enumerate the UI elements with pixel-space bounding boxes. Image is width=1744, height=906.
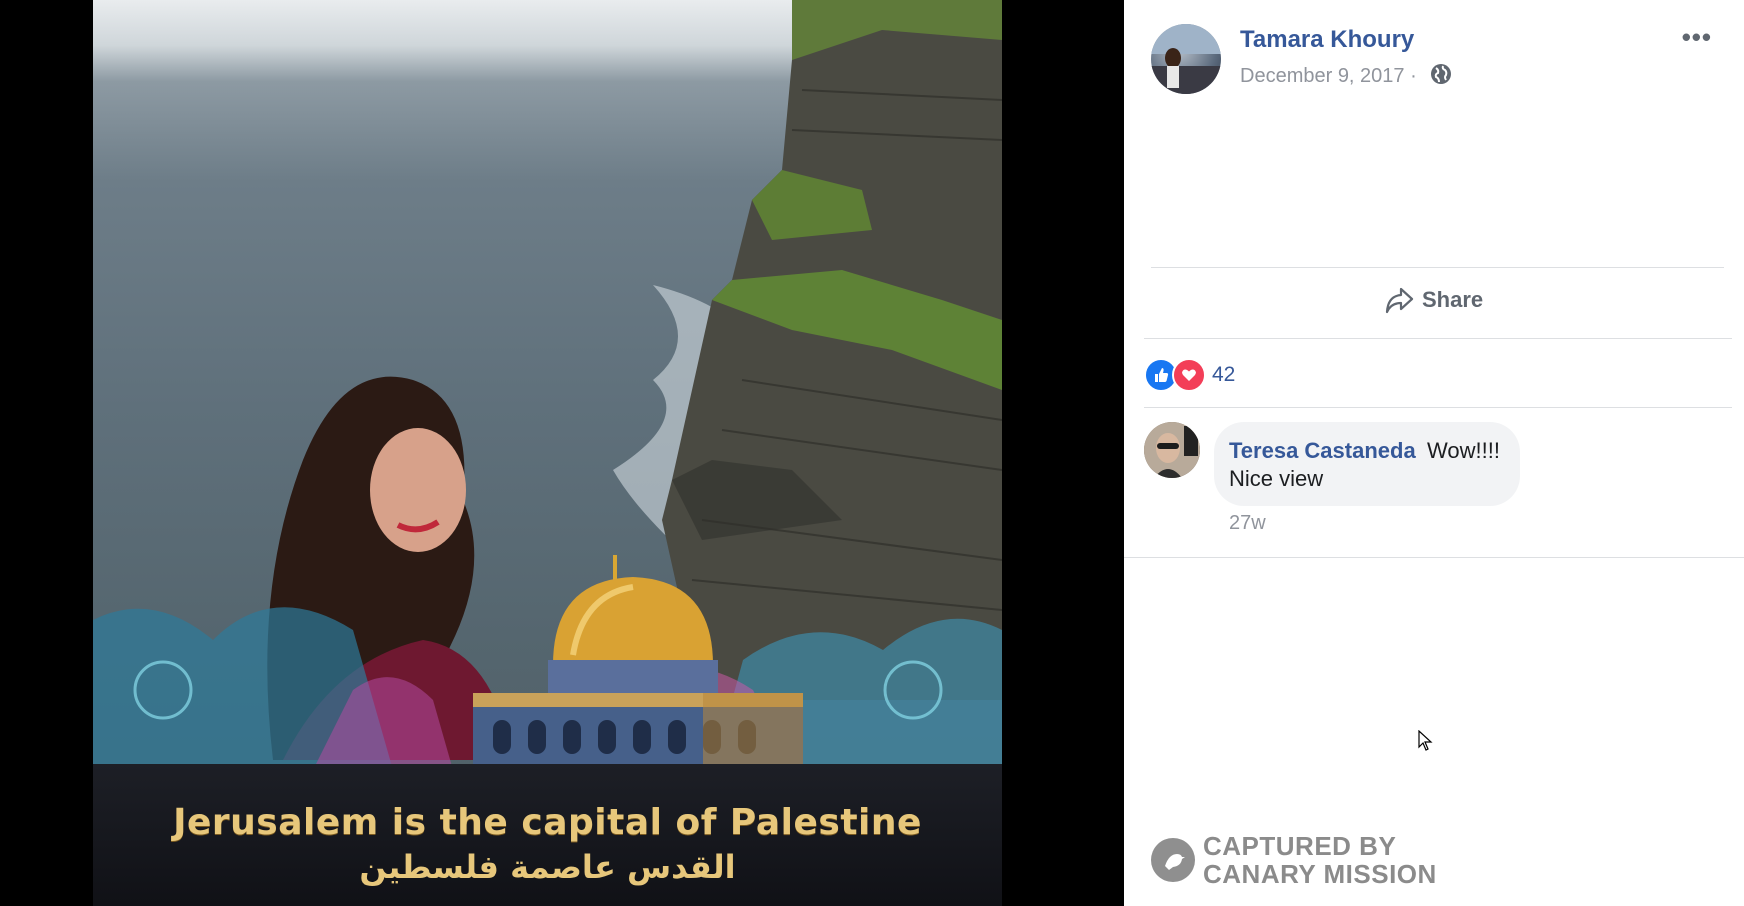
canary-logo-icon <box>1151 838 1195 882</box>
share-button[interactable]: Share <box>1384 286 1483 314</box>
watermark-text: CAPTURED BY CANARY MISSION <box>1203 832 1437 888</box>
share-label: Share <box>1422 287 1484 312</box>
globe-icon <box>1431 64 1451 84</box>
divider <box>1124 557 1744 558</box>
watermark-line-1: CAPTURED BY <box>1203 831 1397 861</box>
love-reaction-icon <box>1172 358 1206 392</box>
reactions-summary[interactable]: 42 <box>1144 358 1235 392</box>
post-date[interactable]: December 9, 2017 · <box>1240 65 1417 88</box>
divider <box>1144 407 1732 408</box>
watermark-line-2: CANARY MISSION <box>1203 859 1437 889</box>
post-sidebar: Tamara Khoury December 9, 2017 · ••• Sha… <box>1124 0 1744 906</box>
more-options-button[interactable]: ••• <box>1682 22 1712 53</box>
post-photo[interactable]: Jerusalem is the capital of Palestine ال… <box>93 0 1002 906</box>
comment-timestamp[interactable]: 27w <box>1229 512 1266 535</box>
thumbs-up-icon <box>1155 368 1169 382</box>
post-author-name[interactable]: Tamara Khoury <box>1240 26 1414 54</box>
comment-text-continued: Nice view <box>1229 466 1324 491</box>
caption-english: Jerusalem is the capital of Palestine <box>173 802 922 843</box>
reaction-count: 42 <box>1212 363 1236 386</box>
comment-author[interactable]: Teresa Castaneda <box>1229 438 1416 464</box>
heart-icon <box>1182 369 1196 381</box>
photo-viewer: Jerusalem is the capital of Palestine ال… <box>0 0 1124 906</box>
author-avatar[interactable] <box>1151 24 1221 94</box>
divider <box>1144 338 1732 339</box>
divider <box>1151 267 1724 268</box>
commenter-avatar-image <box>1144 422 1200 478</box>
caption-banner: Jerusalem is the capital of Palestine ال… <box>93 764 1002 906</box>
dome-of-the-rock-illustration <box>473 555 803 793</box>
author-avatar-image <box>1151 24 1221 94</box>
commenter-avatar[interactable] <box>1144 422 1200 478</box>
comment-text: Wow!!!! <box>1427 438 1500 463</box>
comment-bubble <box>1214 422 1520 506</box>
share-arrow-icon <box>1385 287 1414 314</box>
mouse-cursor-icon <box>1418 730 1433 751</box>
caption-arabic: القدس عاصمة فلسطين <box>359 848 736 886</box>
watermark: CAPTURED BY CANARY MISSION <box>1151 832 1437 888</box>
bird-icon <box>1165 854 1185 870</box>
